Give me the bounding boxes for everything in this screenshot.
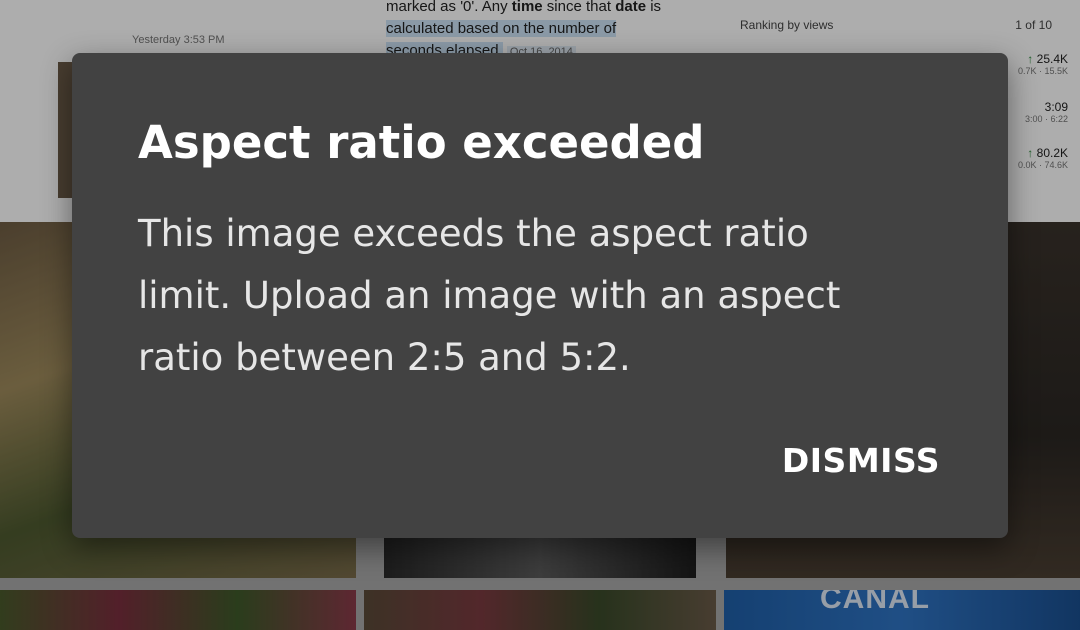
dismiss-button[interactable]: DISMISS [772,433,950,488]
dialog-message: This image exceeds the aspect ratio limi… [138,212,841,379]
aspect-ratio-dialog: Aspect ratio exceeded This image exceeds… [72,53,1008,538]
dialog-title: Aspect ratio exceeded [138,116,705,169]
